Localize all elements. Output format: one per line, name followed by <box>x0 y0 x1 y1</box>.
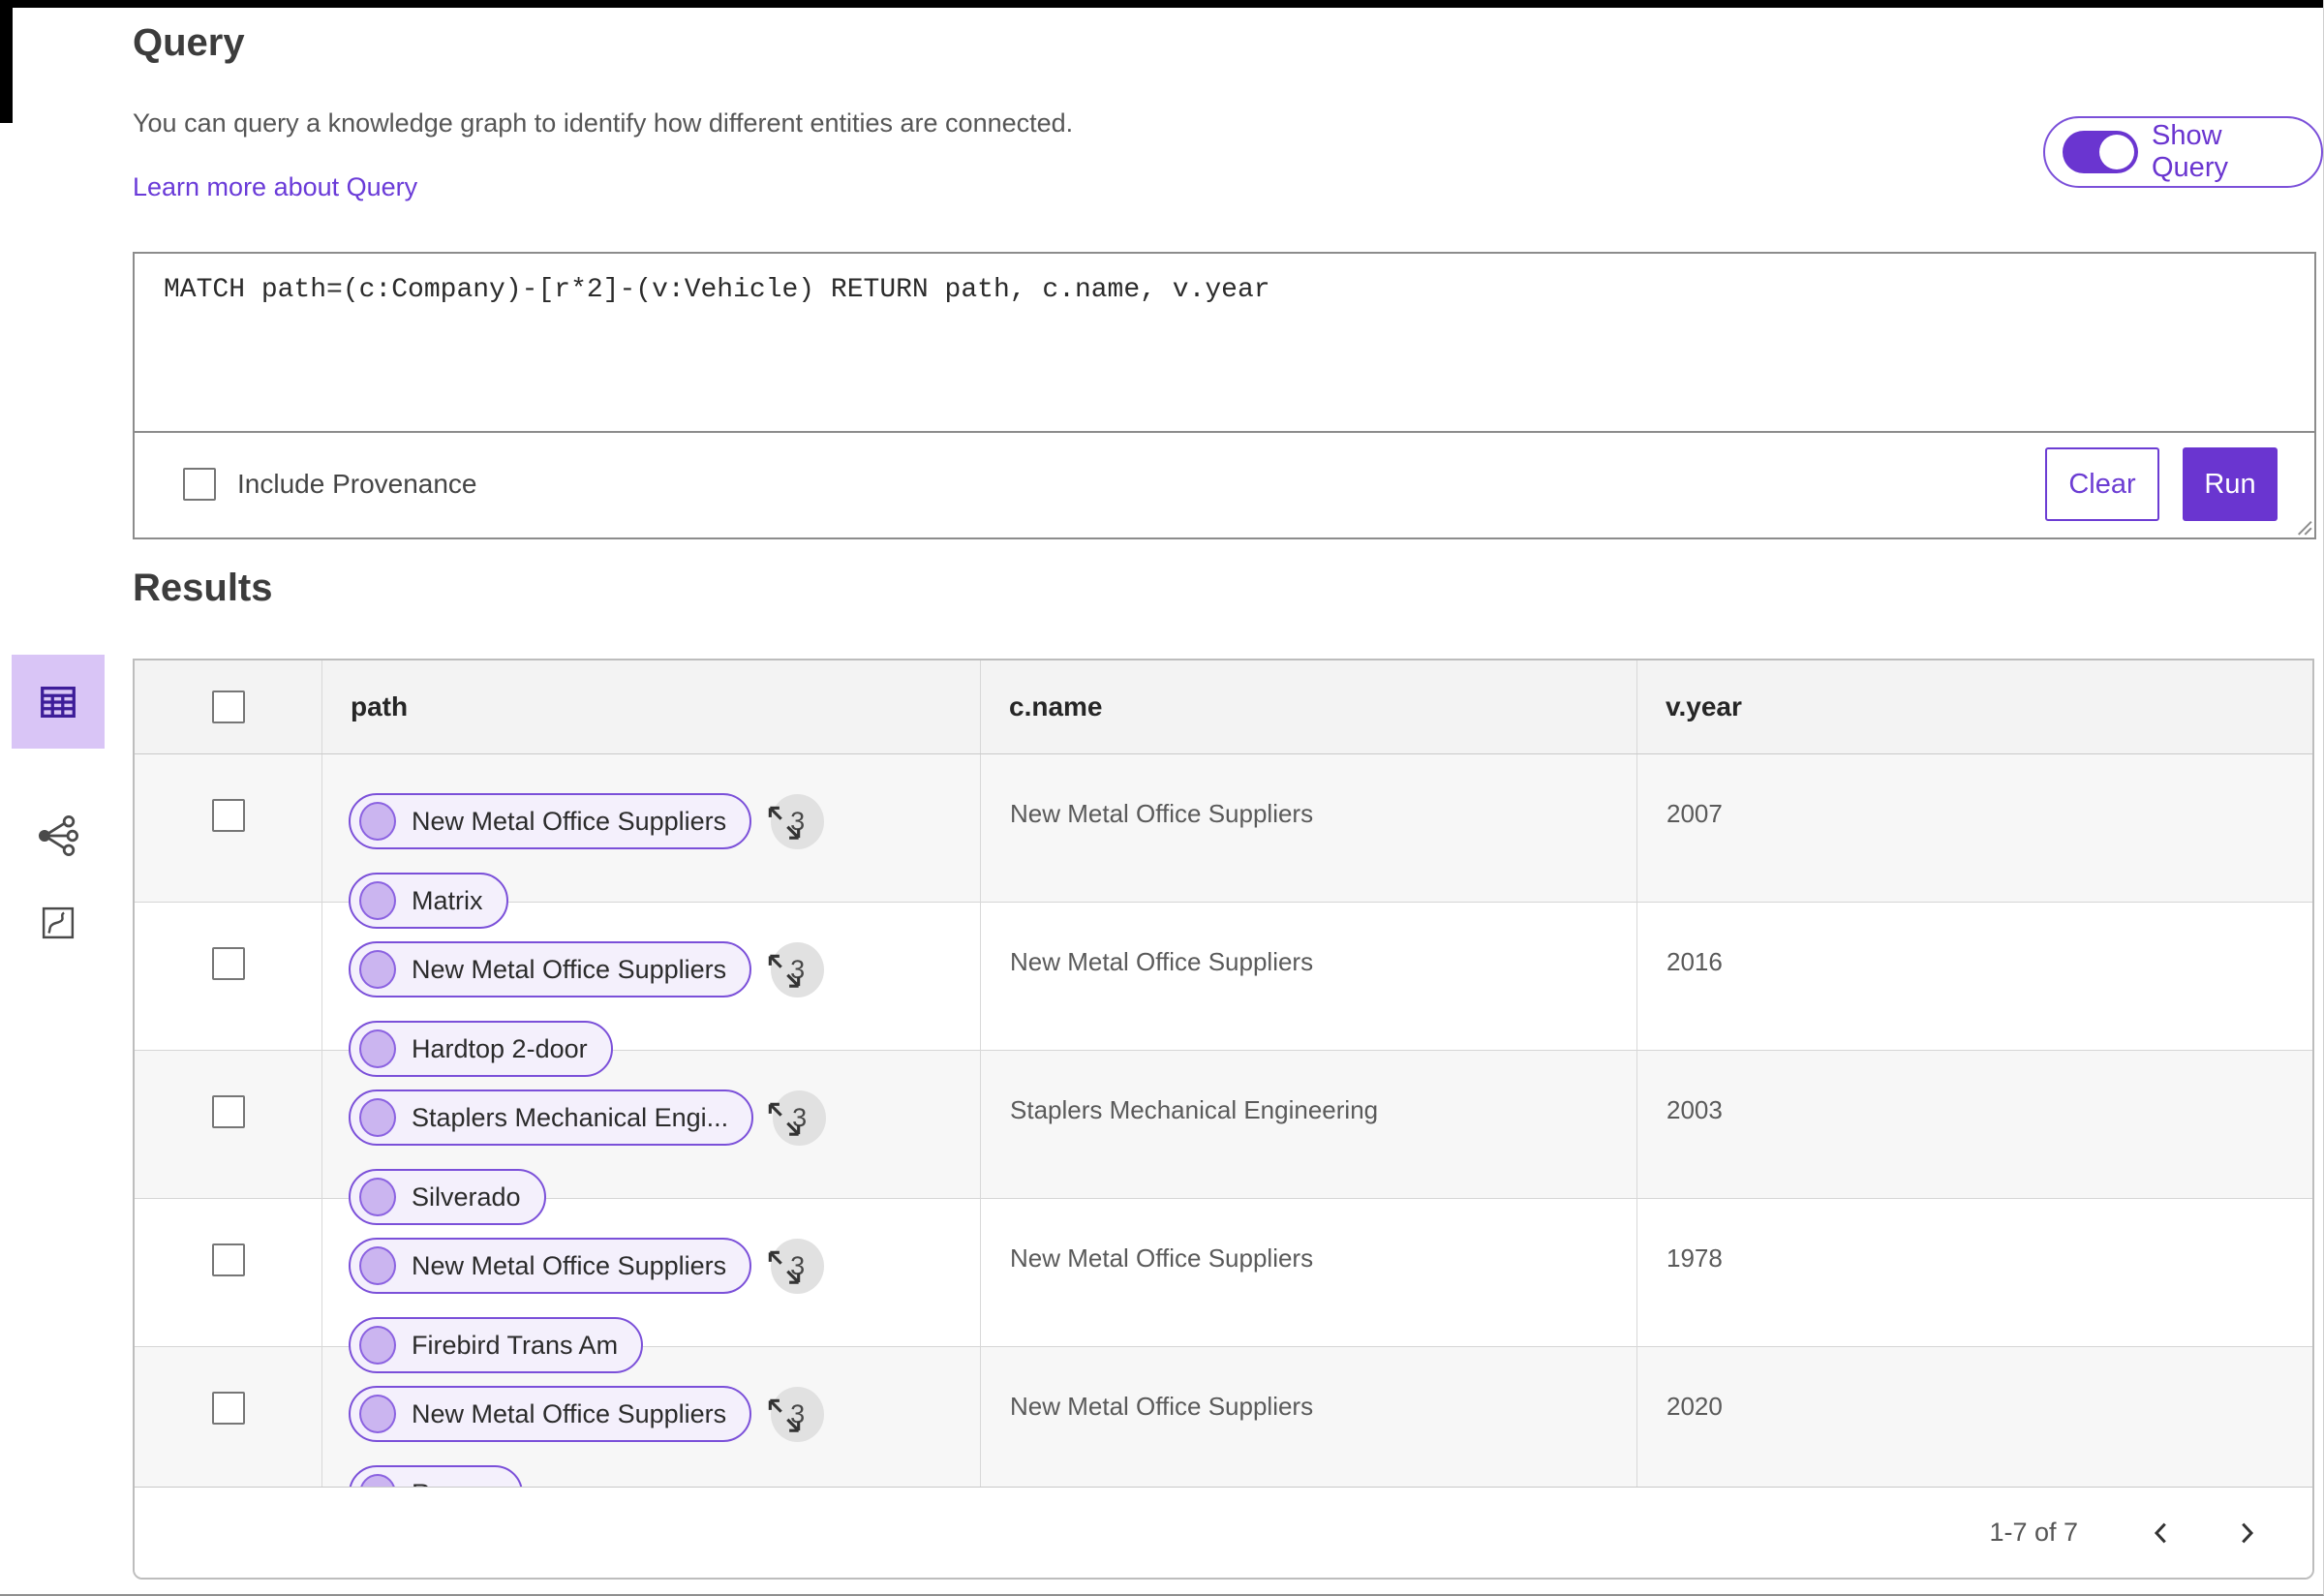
table-header-row: path c.name v.year <box>135 660 2312 754</box>
path-start-node-pill[interactable]: New Metal Office Suppliers <box>349 941 752 998</box>
path-start-node-pill[interactable]: New Metal Office Suppliers <box>349 793 752 849</box>
table-row: New Metal Office Suppliers 3 Matrix New … <box>135 754 2312 929</box>
page-title: Query <box>133 21 245 64</box>
page-description: You can query a knowledge graph to ident… <box>133 108 1074 138</box>
expand-path-icon[interactable] <box>763 1245 806 1288</box>
clear-button[interactable]: Clear <box>2045 447 2159 521</box>
select-all-checkbox[interactable] <box>211 691 245 723</box>
query-actions-bar: Include Provenance Clear Run <box>135 433 2314 536</box>
toggle-knob <box>2099 135 2134 169</box>
column-header-cname: c.name <box>980 660 1636 753</box>
map-view-button[interactable] <box>12 879 105 967</box>
node-icon <box>359 1098 396 1137</box>
expand-path-icon[interactable] <box>763 949 806 992</box>
map-view-icon <box>42 906 75 939</box>
table-row: New Metal Office Suppliers 3 Ranger <box>135 1347 2312 1487</box>
node-icon <box>359 802 396 841</box>
path-start-node-pill[interactable]: New Metal Office Suppliers <box>349 1238 752 1294</box>
window-top-edge <box>0 0 2323 8</box>
app-window: Query You can query a knowledge graph to… <box>0 0 2324 1596</box>
table-row: New Metal Office Suppliers 3 Firebird Tr… <box>135 1199 2312 1373</box>
table-row: Staplers Mechanical Engi... 3 Silverado <box>135 1051 2312 1225</box>
row-checkbox[interactable] <box>211 1392 245 1425</box>
path-end-node-pill[interactable]: Ranger <box>349 1465 523 1487</box>
cname-cell: New Metal Office Suppliers <box>980 1347 1636 1487</box>
table-view-button[interactable] <box>12 655 105 749</box>
include-provenance-checkbox[interactable] <box>183 468 216 501</box>
window-left-edge <box>0 0 13 123</box>
show-query-toggle[interactable]: Show Query <box>2043 116 2323 188</box>
results-table: path c.name v.year New Metal Office Supp… <box>133 659 2314 1580</box>
graph-view-button[interactable] <box>12 792 105 879</box>
column-header-vyear: v.year <box>1636 660 2312 753</box>
learn-more-link[interactable]: Learn more about Query <box>133 172 417 202</box>
node-icon <box>359 1246 396 1285</box>
results-title: Results <box>133 567 273 609</box>
run-button[interactable]: Run <box>2183 447 2278 521</box>
chevron-left-icon <box>2154 1522 2166 1543</box>
table-view-icon <box>41 686 76 718</box>
toggle-on-icon[interactable] <box>2063 131 2138 173</box>
expand-path-icon[interactable] <box>763 1394 806 1436</box>
pagination-next-button[interactable] <box>2227 1514 2266 1552</box>
query-editor-panel: MATCH path=(c:Company)-[r*2]-(v:Vehicle)… <box>133 252 2316 539</box>
node-icon <box>359 1474 396 1487</box>
column-header-path: path <box>321 660 980 753</box>
path-start-node-pill[interactable]: New Metal Office Suppliers <box>349 1386 752 1442</box>
pagination-prev-button[interactable] <box>2142 1514 2181 1552</box>
row-checkbox[interactable] <box>211 947 245 980</box>
table-body: New Metal Office Suppliers 3 Matrix New … <box>135 754 2312 1487</box>
row-checkbox[interactable] <box>211 1095 245 1128</box>
graph-view-icon <box>39 814 79 857</box>
expand-path-icon[interactable] <box>763 801 806 844</box>
resize-grip-icon[interactable] <box>2291 514 2312 536</box>
node-icon <box>359 950 396 989</box>
table-pagination-bar: 1-7 of 7 <box>135 1487 2312 1578</box>
path-cell: New Metal Office Suppliers 3 Ranger <box>321 1347 980 1487</box>
node-icon <box>359 1395 396 1433</box>
table-row: New Metal Office Suppliers 3 Hardtop 2-d… <box>135 903 2312 1077</box>
show-query-label: Show Query <box>2152 120 2228 183</box>
chevron-right-icon <box>2242 1522 2254 1543</box>
row-checkbox[interactable] <box>211 799 245 832</box>
query-input[interactable]: MATCH path=(c:Company)-[r*2]-(v:Vehicle)… <box>135 254 2314 433</box>
view-switcher <box>12 655 105 967</box>
include-provenance-label: Include Provenance <box>237 469 477 499</box>
expand-path-icon[interactable] <box>763 1097 806 1140</box>
path-start-node-pill[interactable]: Staplers Mechanical Engi... <box>349 1090 754 1146</box>
row-checkbox[interactable] <box>211 1243 245 1276</box>
pagination-range-label: 1-7 of 7 <box>1989 1518 2078 1547</box>
vyear-cell: 2020 <box>1636 1347 2312 1487</box>
